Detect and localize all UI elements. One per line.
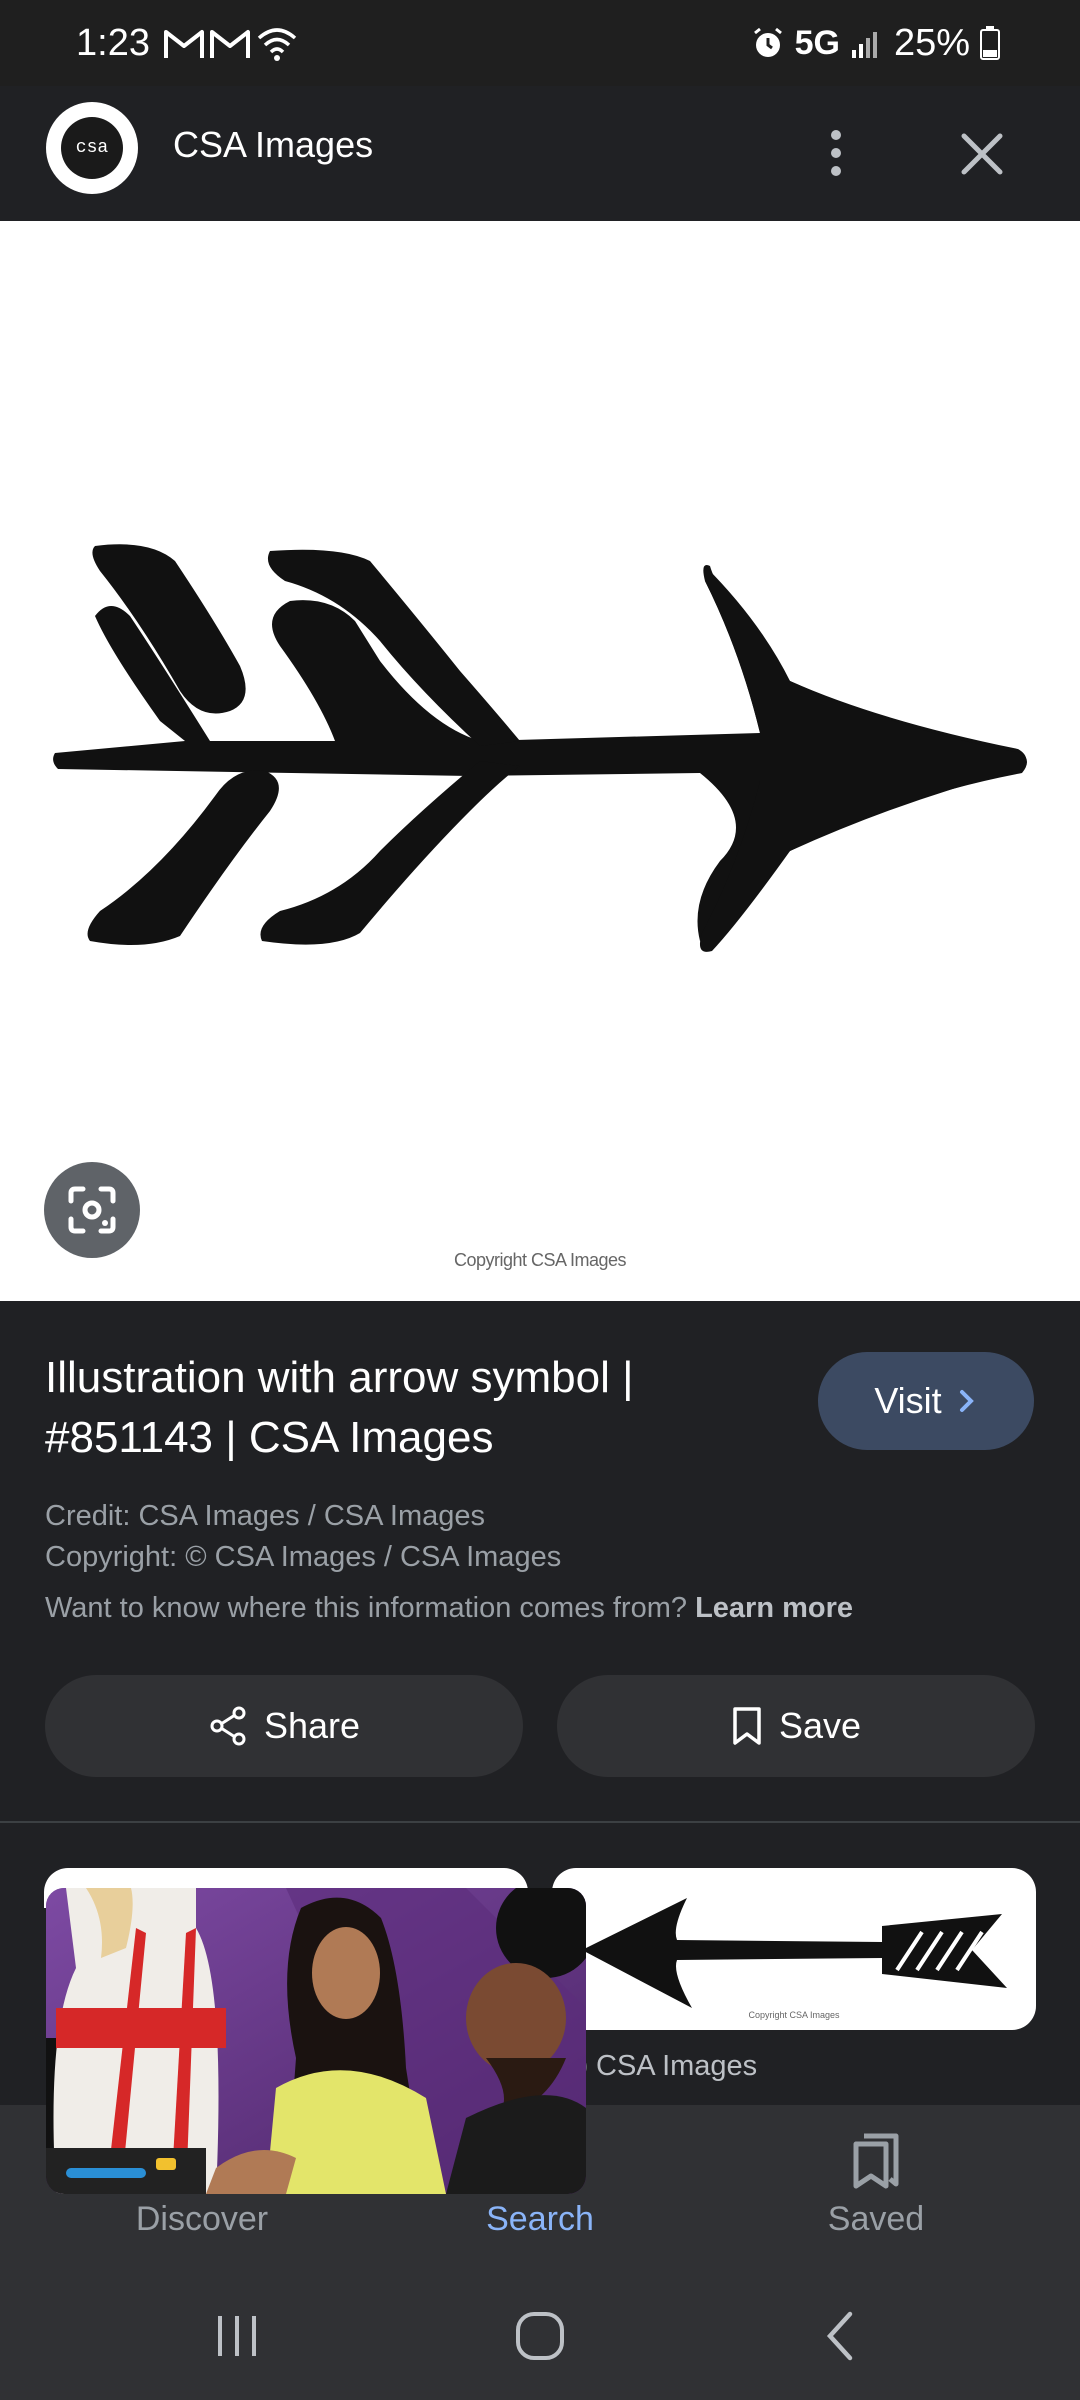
battery-icon <box>980 26 1000 60</box>
image-copyright-watermark: Copyright CSA Images <box>453 1250 627 1270</box>
visit-label: Visit <box>874 1380 942 1421</box>
nav-discover[interactable]: Discover <box>52 2200 352 2239</box>
site-title: CSA Images <box>173 124 374 165</box>
gmail-notification-icon <box>164 30 204 58</box>
learn-more-link[interactable]: Learn more <box>695 1592 853 1624</box>
app-header <box>0 86 1080 221</box>
save-label: Save <box>778 1705 862 1746</box>
home-icon[interactable] <box>514 2310 566 2362</box>
copyright-text: Copyright: © CSA Images / CSA Images <box>45 1541 562 1573</box>
image-preview[interactable] <box>0 221 1080 1301</box>
video-frame-image <box>46 1888 586 2194</box>
network-type: 5G <box>794 23 840 62</box>
saved-icon[interactable] <box>850 2132 904 2190</box>
site-logo: csa <box>46 102 138 194</box>
video-pip-overlay[interactable] <box>46 1888 586 2194</box>
gmail-notification-icon <box>210 30 250 58</box>
related-copyright: Copyright CSA Images <box>748 2010 840 2020</box>
battery-percent: 25% <box>893 21 970 64</box>
visit-button[interactable]: Visit <box>818 1352 1034 1450</box>
lens-search-button[interactable] <box>44 1162 140 1258</box>
chevron-right-icon <box>959 1390 974 1412</box>
close-icon[interactable] <box>950 122 1014 186</box>
nav-saved[interactable]: Saved <box>726 2200 1026 2239</box>
signal-icon <box>851 32 877 58</box>
status-right-group: 5G 25% <box>751 18 1080 68</box>
site-logo-text: csa <box>75 138 109 158</box>
related-arrow-image: Copyright CSA Images <box>582 1898 1007 2020</box>
more-options-button[interactable] <box>806 113 866 193</box>
related-source-name: CSA Images <box>596 2050 758 2082</box>
alarm-icon <box>753 27 782 57</box>
save-button[interactable]: Save <box>557 1675 1035 1777</box>
back-icon[interactable] <box>822 2310 858 2362</box>
info-source-line: Want to know where this information come… <box>45 1592 853 1625</box>
nav-search[interactable]: Search <box>390 2200 690 2239</box>
share-icon <box>210 1706 246 1746</box>
recent-apps-icon[interactable] <box>212 2312 262 2360</box>
credit-text: Credit: CSA Images / CSA Images <box>45 1500 486 1532</box>
image-title: Illustration with arrow symbol | #851143… <box>45 1353 634 1462</box>
bookmark-icon <box>733 1707 761 1745</box>
google-lens-icon <box>68 1186 116 1234</box>
arrow-illustration <box>53 544 1027 952</box>
wifi-icon <box>257 28 297 61</box>
related-image-2[interactable]: Copyright CSA Images <box>552 1868 1036 2030</box>
info-question: Want to know where this information come… <box>45 1592 688 1624</box>
status-time: 1:23 <box>76 22 150 64</box>
section-divider <box>0 1821 1080 1823</box>
share-label: Share <box>263 1705 361 1746</box>
share-button[interactable]: Share <box>45 1675 523 1777</box>
